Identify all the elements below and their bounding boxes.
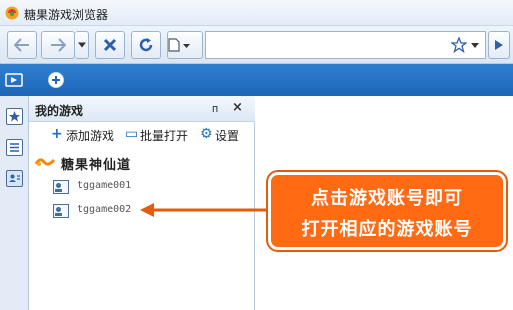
callout-line-1: 点击游戏账号即可 [311,188,463,209]
callout-arrow [140,203,268,217]
tip-callout: 点击游戏账号即可 打开相应的游戏账号 [268,172,506,250]
callout-line-2: 打开相应的游戏账号 [301,219,473,240]
